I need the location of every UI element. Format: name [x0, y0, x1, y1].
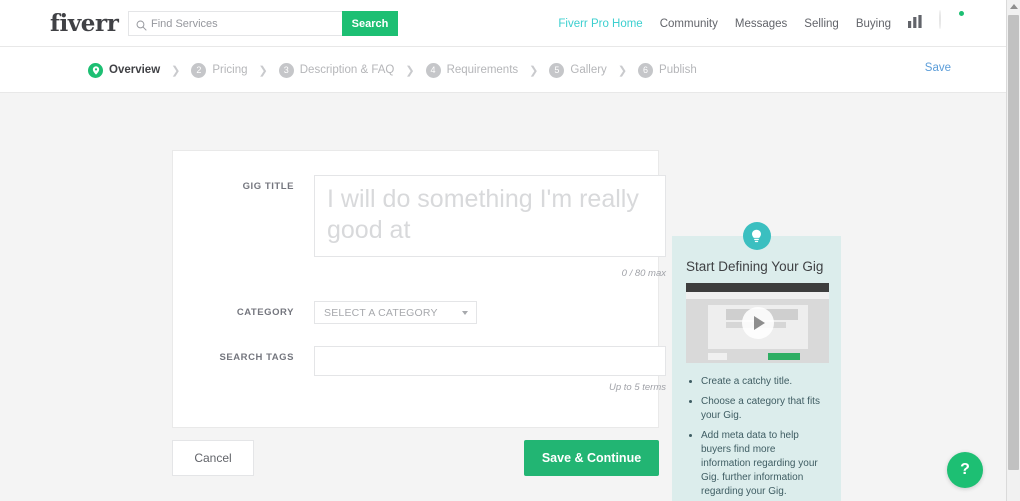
- save-link[interactable]: Save: [925, 62, 951, 74]
- step-number-badge: 5: [549, 62, 565, 78]
- online-status-dot: [958, 10, 965, 17]
- browser-viewport: fiverr Search Fiverr Pro Home Community: [0, 0, 1006, 501]
- main-content: GIG TITLE 0 / 80 max CATEGORY SELECT A C…: [0, 93, 1006, 501]
- play-triangle: [753, 316, 765, 330]
- list-item: Add meta data to help buyers find more i…: [701, 429, 827, 499]
- search-icon: [136, 18, 147, 31]
- tips-bullet-list: Create a catchy title. Choose a category…: [701, 375, 827, 501]
- form-actions: Cancel Save & Continue: [172, 440, 659, 476]
- avatar-image: [939, 10, 941, 29]
- video-thumb-cancel-button: [708, 353, 727, 360]
- step-gallery[interactable]: 5 Gallery: [549, 62, 607, 78]
- step-overview[interactable]: Overview: [88, 62, 161, 78]
- video-thumb-save-button: [768, 353, 800, 360]
- step-number-badge: 4: [425, 62, 441, 78]
- nav-item-selling[interactable]: Selling: [804, 18, 839, 30]
- tips-title: Start Defining Your Gig: [686, 259, 824, 274]
- vertical-scrollbar[interactable]: [1006, 0, 1020, 501]
- app-window: fiverr Search Fiverr Pro Home Community: [0, 0, 1020, 501]
- field-search-tags: SEARCH TAGS Up to 5 terms: [195, 346, 666, 393]
- nav-item-messages[interactable]: Messages: [735, 18, 787, 30]
- step-separator: ❯: [258, 64, 268, 77]
- step-number-badge: 3: [278, 62, 294, 78]
- location-pin-icon: [88, 62, 103, 78]
- chevron-down-icon: [462, 311, 468, 315]
- step-label-pricing: Pricing: [212, 64, 248, 76]
- video-thumb-subheader: [686, 292, 829, 299]
- category-selected-value: SELECT A CATEGORY: [324, 306, 438, 319]
- gig-overview-form: GIG TITLE 0 / 80 max CATEGORY SELECT A C…: [172, 150, 666, 428]
- search-tags-hint: Up to 5 terms: [608, 382, 666, 393]
- search-tags-label: SEARCH TAGS: [219, 352, 294, 363]
- category-select[interactable]: SELECT A CATEGORY: [314, 301, 477, 324]
- nav-item-fiverr-pro-home[interactable]: Fiverr Pro Home: [558, 18, 642, 30]
- step-label-gallery: Gallery: [570, 64, 607, 76]
- step-pricing[interactable]: 2 Pricing: [191, 62, 248, 78]
- avatar[interactable]: [939, 10, 965, 36]
- bar-chart-icon[interactable]: [908, 14, 922, 33]
- cancel-button[interactable]: Cancel: [172, 440, 254, 476]
- gig-title-input[interactable]: [314, 175, 666, 257]
- scrollbar-thumb[interactable]: [1008, 15, 1019, 470]
- search-input[interactable]: [151, 17, 331, 30]
- gig-title-counter: 0 / 80 max: [621, 268, 666, 279]
- nav-item-community[interactable]: Community: [660, 18, 718, 30]
- category-label: CATEGORY: [236, 307, 294, 318]
- step-separator: ❯: [171, 64, 181, 77]
- tips-video-thumbnail[interactable]: [686, 283, 829, 363]
- list-item: Create a catchy title.: [701, 375, 827, 389]
- step-number-badge: 2: [191, 62, 207, 78]
- step-separator: ❯: [529, 64, 539, 77]
- breadcrumb: Overview ❯ 2 Pricing ❯ 3 Description & F…: [88, 47, 697, 93]
- nav-item-buying[interactable]: Buying: [856, 18, 891, 30]
- step-publish[interactable]: 6 Publish: [638, 62, 697, 78]
- play-icon[interactable]: [741, 307, 774, 339]
- search-bar: Search: [128, 11, 398, 36]
- step-number-badge: 6: [638, 62, 654, 78]
- tips-panel: Start Defining Your Gig Create a catch: [672, 222, 841, 501]
- step-requirements[interactable]: 4 Requirements: [425, 62, 519, 78]
- step-label-description-faq: Description & FAQ: [299, 64, 395, 76]
- help-button[interactable]: ?: [947, 452, 983, 488]
- list-item: Choose a category that fits your Gig.: [701, 395, 827, 423]
- video-thumb-header: [686, 283, 829, 292]
- field-gig-title: GIG TITLE 0 / 80 max: [195, 175, 666, 279]
- header-nav: Fiverr Pro Home Community Messages Selli…: [558, 0, 965, 47]
- field-category: CATEGORY SELECT A CATEGORY: [195, 301, 636, 324]
- site-header: fiverr Search Fiverr Pro Home Community: [0, 0, 1006, 47]
- gig-steps-bar: Overview ❯ 2 Pricing ❯ 3 Description & F…: [0, 47, 1006, 93]
- step-separator: ❯: [617, 64, 628, 77]
- search-tags-input[interactable]: [314, 346, 666, 376]
- save-and-continue-button[interactable]: Save & Continue: [524, 440, 659, 476]
- lightbulb-icon: [742, 222, 771, 250]
- step-label-requirements: Requirements: [446, 64, 519, 76]
- step-label-publish: Publish: [659, 64, 697, 76]
- caret-up-icon[interactable]: [1010, 4, 1018, 9]
- step-description-faq[interactable]: 3 Description & FAQ: [278, 62, 395, 78]
- step-separator: ❯: [405, 64, 415, 77]
- step-label-overview: Overview: [109, 64, 161, 76]
- fiverr-logo[interactable]: fiverr: [50, 10, 119, 37]
- gig-title-label: GIG TITLE: [242, 181, 294, 192]
- search-button[interactable]: Search: [342, 11, 398, 36]
- search-input-wrapper[interactable]: [128, 11, 342, 36]
